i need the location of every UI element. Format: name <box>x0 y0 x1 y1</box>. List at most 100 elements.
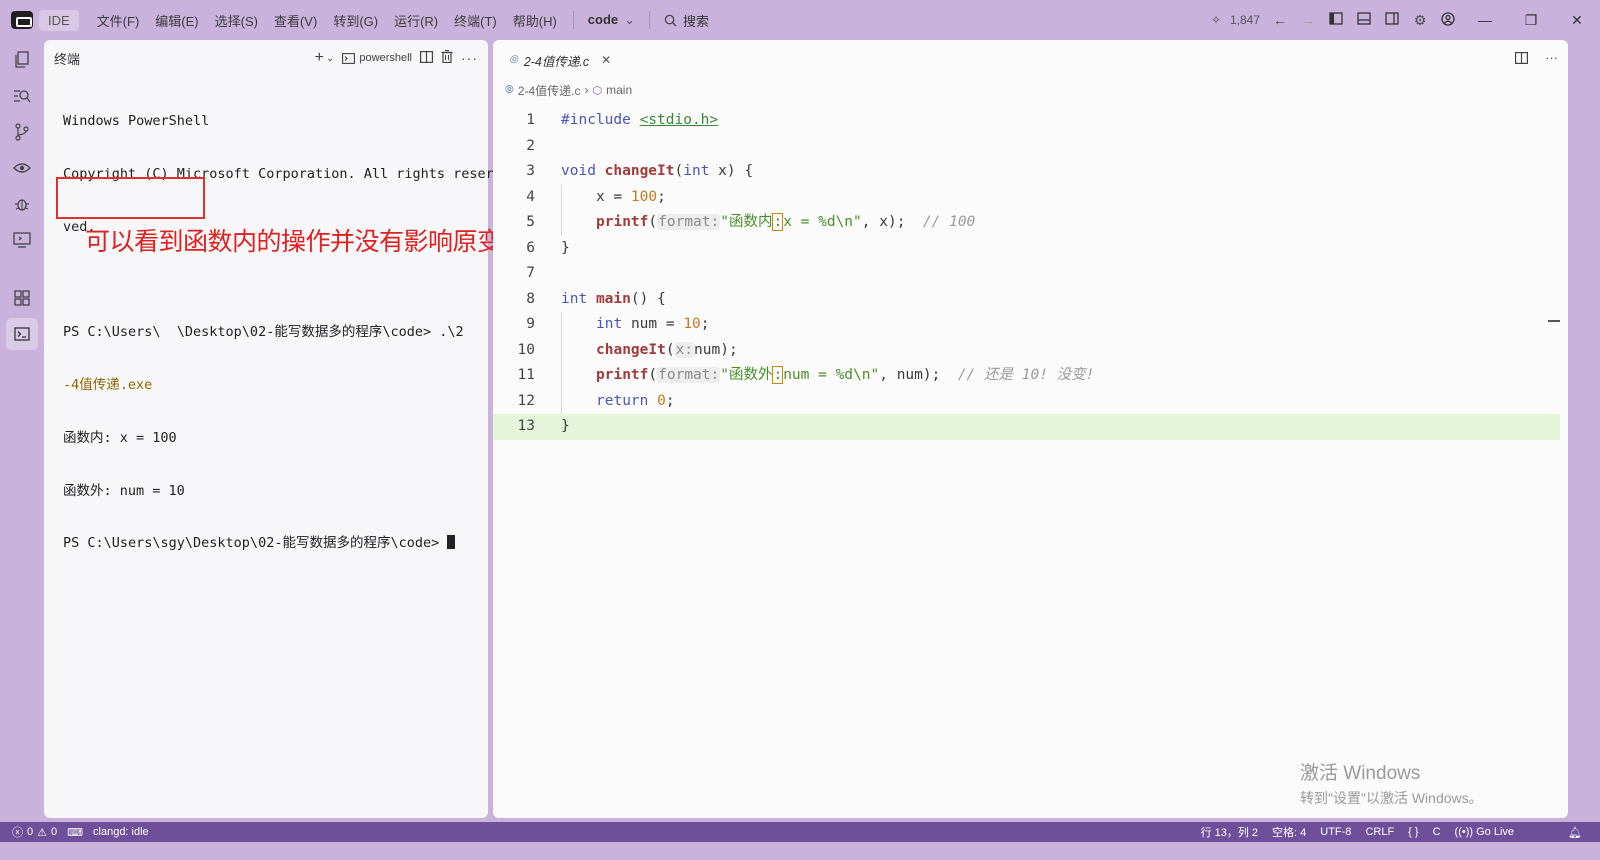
tab-label: 2-4值传递.c <box>523 54 590 69</box>
restore-button[interactable]: ❐ <box>1508 12 1554 29</box>
menu-selection[interactable]: 选择(S) <box>207 11 266 30</box>
extensions-icon[interactable] <box>6 282 38 314</box>
explorer-icon[interactable] <box>6 44 38 76</box>
warning-count: 0 <box>51 826 58 838</box>
token-function: changeIt <box>604 163 675 179</box>
title-divider <box>572 11 574 29</box>
line-source: changeIt(x:num); <box>535 337 738 363</box>
minimize-button[interactable]: — <box>1462 12 1508 28</box>
search-box[interactable]: 搜索 <box>664 11 709 30</box>
terminal-profile-button[interactable]: powershell <box>342 52 412 64</box>
ports-icon[interactable]: ⌨ <box>67 826 83 839</box>
code-line-current: 13 } <box>493 414 1560 440</box>
c-file-icon: ⦾ <box>505 83 514 96</box>
menu-file[interactable]: 文件(F) <box>89 11 148 30</box>
indentation[interactable]: 空格: 4 <box>1272 824 1306 840</box>
token-punc: } <box>561 239 570 256</box>
toggle-sidebar-icon[interactable] <box>1322 12 1350 28</box>
split-editor-icon[interactable] <box>1515 52 1529 67</box>
watermark-subtitle: 转到"设置"以激活 Windows。 <box>1300 790 1483 806</box>
code-line: 5 printf(format:"函数内:x = %d\n", x); // 1… <box>493 210 1560 236</box>
line-source: int num = 10; <box>535 312 710 338</box>
terminal-line: PS C:\Users\ \Desktop\02-能写数据多的程序\code> … <box>63 324 464 341</box>
trash-icon[interactable] <box>441 50 453 66</box>
encoding[interactable]: UTF-8 <box>1320 826 1351 838</box>
language-mode[interactable]: C <box>1433 826 1441 838</box>
line-ending[interactable]: CRLF <box>1365 826 1394 838</box>
code-line: 11 printf(format:"函数外:num = %d\n", num);… <box>493 363 1560 389</box>
more-actions-icon[interactable]: ··· <box>461 50 478 66</box>
breadcrumb-file[interactable]: 2-4值传递.c <box>518 82 581 99</box>
debug-bug-icon[interactable] <box>6 188 38 220</box>
token-string: num = %d\n" <box>783 367 880 383</box>
close-window-button[interactable]: ✕ <box>1554 12 1600 29</box>
menu-edit[interactable]: 编辑(E) <box>147 11 206 30</box>
token-directive: #include <box>561 112 631 128</box>
line-source: #include <stdio.h> <box>535 108 718 134</box>
indent-guide <box>561 210 596 236</box>
eye-icon[interactable] <box>6 152 38 184</box>
token-punc: ( <box>648 367 658 383</box>
problems-indicator[interactable]: ⓧ 0 ⚠ 0 <box>12 824 57 840</box>
chevron-down-icon: ⌄ <box>624 12 636 27</box>
token-function: printf <box>596 214 649 230</box>
line-source: } <box>535 414 570 440</box>
new-terminal-plus-icon[interactable]: + <box>315 49 324 67</box>
token-number: 10 <box>683 316 701 332</box>
token-header[interactable]: <stdio.h> <box>640 112 719 128</box>
toggle-panel-icon[interactable] <box>1350 12 1378 28</box>
token-punc: () { <box>630 290 666 307</box>
line-number: 13 <box>517 418 535 434</box>
menu-run[interactable]: 运行(R) <box>386 11 446 30</box>
workspace-dropdown[interactable]: code ⌄ <box>582 12 641 28</box>
terminal-output[interactable]: Windows PowerShell Copyright (C) Microso… <box>44 76 494 588</box>
cursor-position[interactable]: 行 13，列 2 <box>1201 824 1258 840</box>
code-editor[interactable]: 1 #include <stdio.h> 2 3 void changeIt(i… <box>493 108 1560 440</box>
c-file-icon: ⦾ <box>509 53 518 66</box>
line-number: 3 <box>526 163 535 179</box>
split-terminal-icon[interactable] <box>420 50 434 66</box>
source-control-icon[interactable] <box>6 116 38 148</box>
terminal-panel: 终端 + ⌄ powershell ··· Windows PowerShell… <box>44 40 494 818</box>
status-right: 行 13，列 2 空格: 4 UTF-8 CRLF { } C ((•)) Go… <box>1201 824 1600 840</box>
tab-2-4-c-file[interactable]: ⦾ 2-4值传递.c ✕ <box>497 42 623 78</box>
app-name-badge[interactable]: IDE <box>39 9 79 31</box>
menu-go[interactable]: 转到(G) <box>325 11 386 30</box>
menu-help[interactable]: 帮助(H) <box>505 11 565 30</box>
lsp-status[interactable]: clangd: idle <box>93 826 149 838</box>
token-param: x <box>718 163 727 179</box>
scrollbar-marker[interactable] <box>1548 320 1560 322</box>
menu-view[interactable]: 查看(V) <box>266 11 325 30</box>
search-view-icon[interactable] <box>6 80 38 112</box>
breadcrumb-symbol[interactable]: main <box>606 83 632 97</box>
counter-label: 1,847 <box>1229 13 1260 27</box>
menu-bar: 文件(F) 编辑(E) 选择(S) 查看(V) 转到(G) 运行(R) 终端(T… <box>89 11 565 30</box>
status-bar: ⓧ 0 ⚠ 0 ⌨ clangd: idle 行 13，列 2 空格: 4 UTF-… <box>0 822 1600 842</box>
line-number: 10 <box>517 341 535 358</box>
go-live-button[interactable]: ((•)) Go Live <box>1455 826 1515 838</box>
back-arrow-icon[interactable]: ← <box>1266 12 1294 28</box>
token-keyword: int <box>561 290 588 307</box>
forward-arrow-icon[interactable]: → <box>1294 12 1322 28</box>
line-number: 1 <box>526 112 535 128</box>
terminal-line: Windows PowerShell <box>63 113 210 130</box>
toggle-secondary-sidebar-icon[interactable] <box>1378 12 1406 28</box>
braces-icon[interactable]: { } <box>1408 826 1418 838</box>
close-icon[interactable]: ✕ <box>601 53 611 67</box>
menu-terminal[interactable]: 终端(T) <box>446 11 505 30</box>
warning-icon: ⚠ <box>37 826 47 839</box>
line-source <box>535 261 561 287</box>
output-highlight-box <box>56 177 205 219</box>
token-punc: } <box>561 418 570 434</box>
token-punc: ( <box>674 163 684 179</box>
gear-icon[interactable]: ⚙ <box>1406 12 1434 29</box>
remote-explorer-icon[interactable] <box>6 224 38 256</box>
bell-icon[interactable]: 🔔︎ <box>1568 826 1582 839</box>
terminal-view-icon[interactable] <box>6 318 38 350</box>
account-icon[interactable] <box>1434 11 1462 29</box>
editor-more-actions-icon[interactable]: ··· <box>1545 50 1558 65</box>
sparkle-icon[interactable]: ✧ <box>1202 13 1230 27</box>
terminal-prompt: PS C:\Users\sgy\Desktop\02-能写数据多的程序\code… <box>63 535 448 552</box>
terminal-shell-label: powershell <box>359 52 412 64</box>
terminal-dropdown-chevron-icon[interactable]: ⌄ <box>326 53 334 64</box>
